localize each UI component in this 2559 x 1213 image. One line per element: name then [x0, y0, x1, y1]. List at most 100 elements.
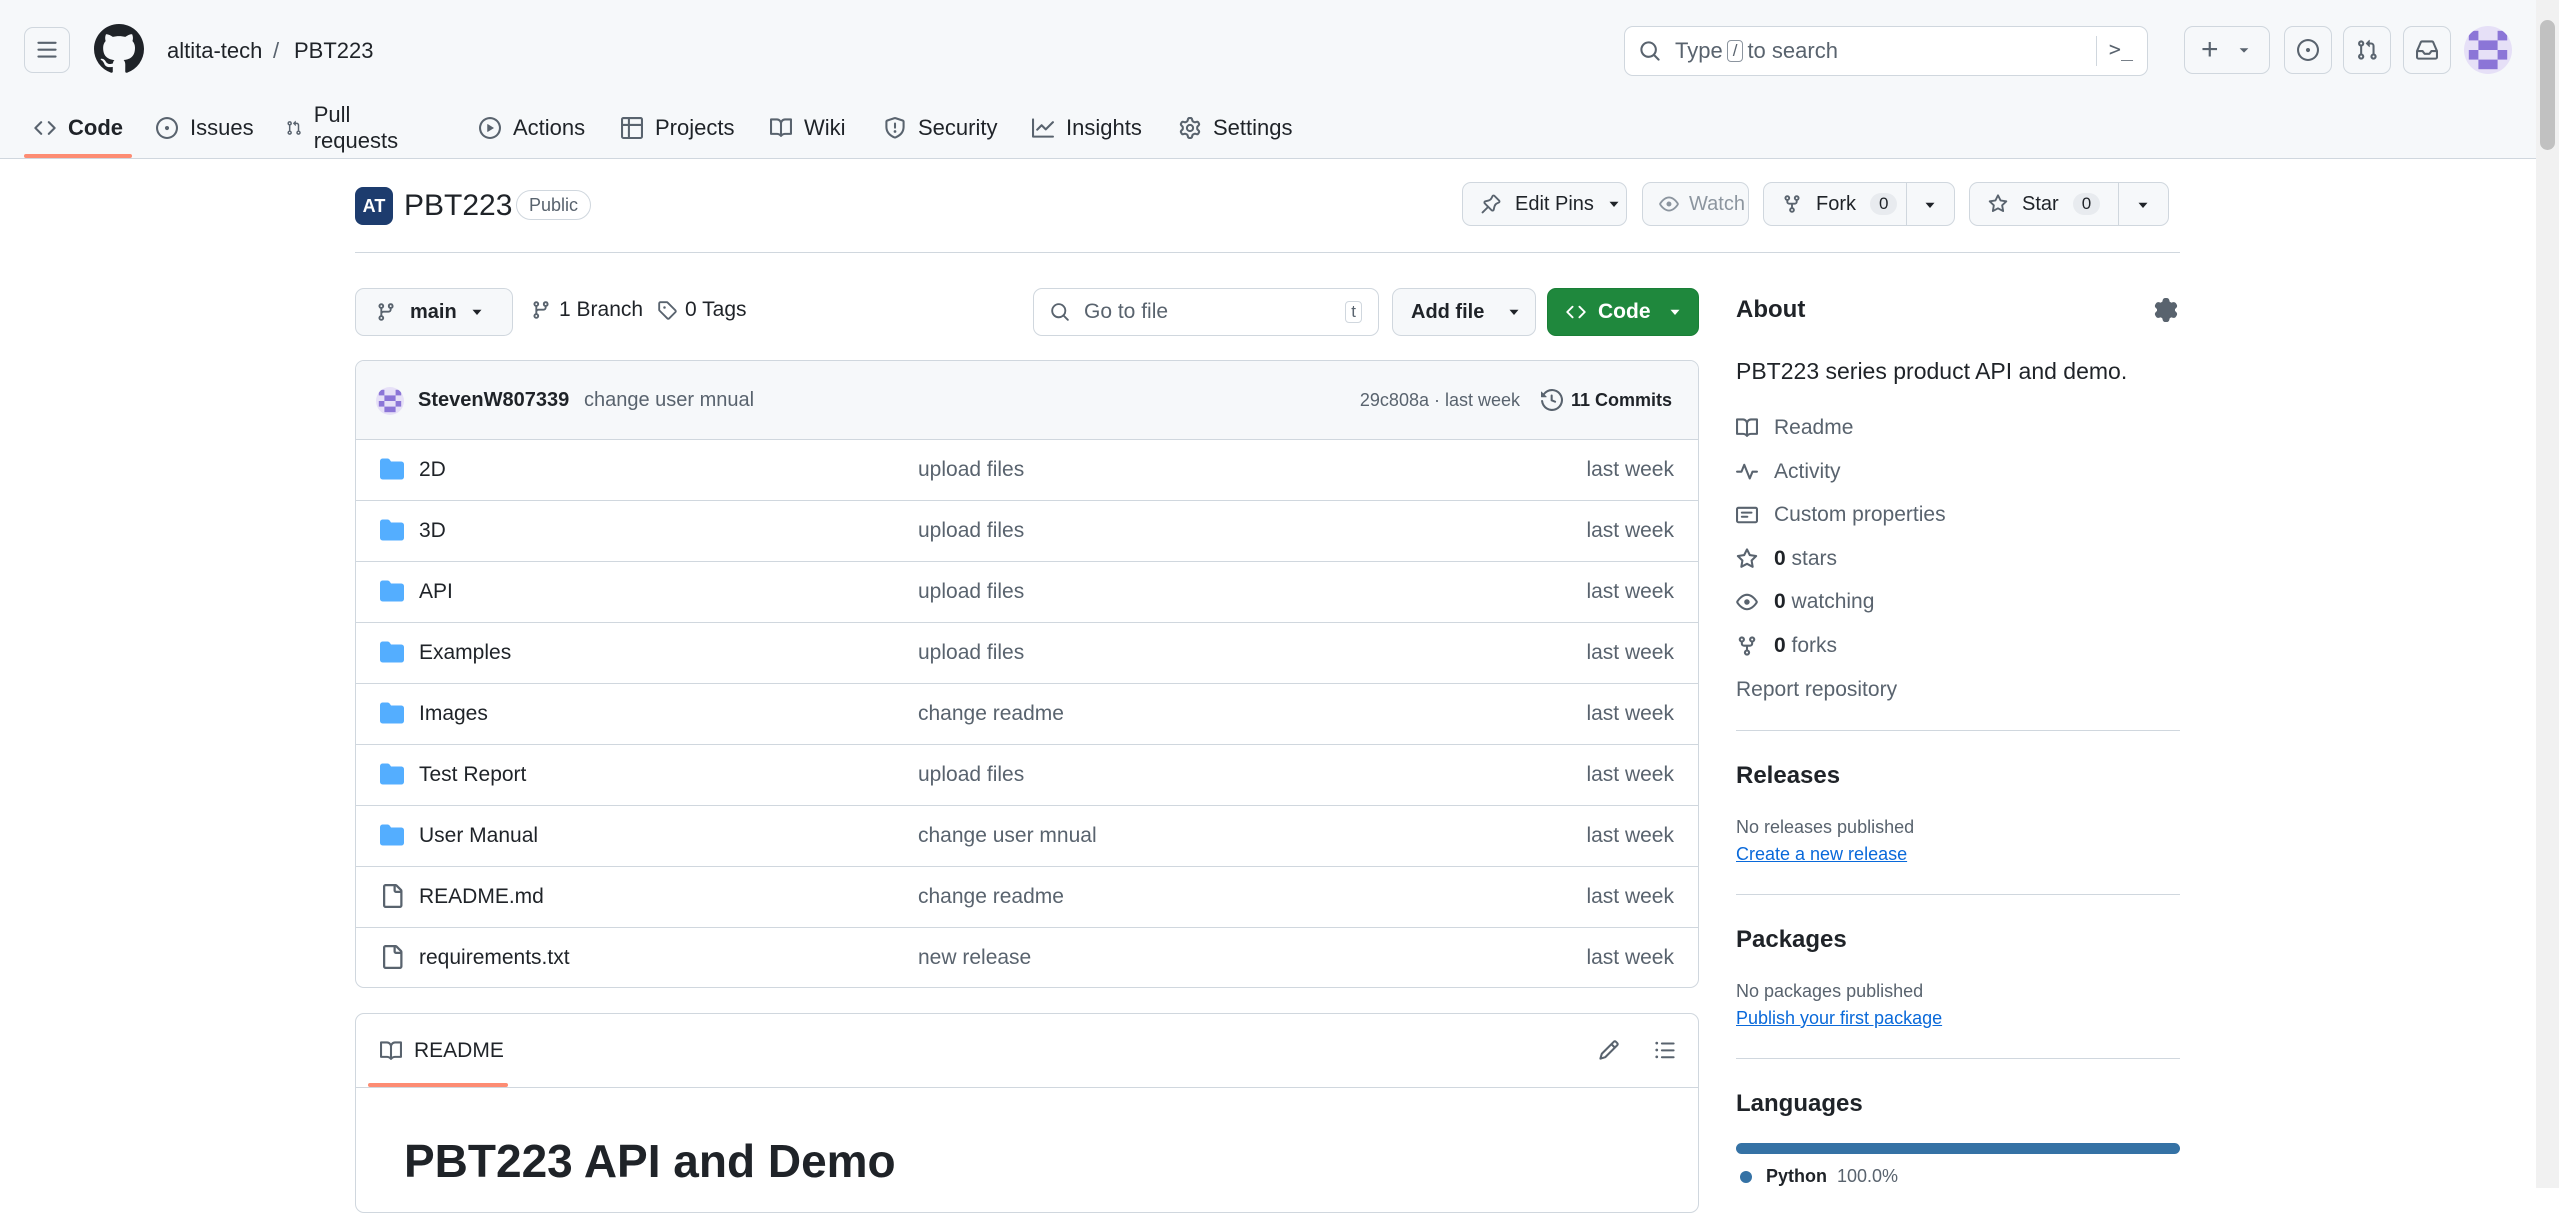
- file-name[interactable]: 2D: [419, 439, 446, 500]
- file-row[interactable]: 3D upload files last week: [356, 500, 1698, 562]
- file-name[interactable]: Examples: [419, 622, 511, 683]
- star-dropdown-divider: [2118, 182, 2119, 226]
- file-commit-message[interactable]: upload files: [918, 439, 1024, 500]
- file-commit-message[interactable]: change readme: [918, 683, 1064, 744]
- watch-button[interactable]: Watch: [1642, 182, 1749, 226]
- tab-issues[interactable]: Issues: [156, 100, 254, 156]
- caret-down-icon: [2239, 48, 2248, 53]
- forks-link[interactable]: 0 forks: [1736, 634, 1837, 658]
- file-commit-message[interactable]: change user mnual: [918, 805, 1097, 866]
- file-row[interactable]: Images change readme last week: [356, 683, 1698, 745]
- branch-select-button[interactable]: main: [355, 288, 513, 336]
- publish-package-link[interactable]: Publish your first package: [1736, 1008, 1942, 1029]
- file-row[interactable]: 2D upload files last week: [356, 439, 1698, 501]
- edit-pins-button[interactable]: Edit Pins: [1462, 182, 1627, 226]
- file-commit-message[interactable]: change readme: [918, 866, 1064, 927]
- caret-down-icon[interactable]: [1924, 199, 1936, 211]
- readme-tab[interactable]: README: [380, 1014, 504, 1087]
- readme-link[interactable]: Readme: [1736, 416, 1853, 440]
- file-name[interactable]: 3D: [419, 500, 446, 561]
- visibility-badge: Public: [516, 190, 592, 220]
- language-item-python[interactable]: Python 100.0%: [1736, 1166, 1898, 1187]
- tab-security[interactable]: Security: [884, 100, 997, 156]
- file-name[interactable]: Images: [419, 683, 488, 744]
- history-icon: [1540, 389, 1563, 411]
- file-name[interactable]: User Manual: [419, 805, 538, 866]
- branch-name: main: [410, 300, 457, 323]
- user-avatar[interactable]: [2464, 26, 2512, 74]
- search-divider: [2096, 36, 2097, 66]
- packages-none: No packages published: [1736, 981, 1924, 1001]
- file-row[interactable]: API upload files last week: [356, 561, 1698, 623]
- search-icon: [1051, 303, 1069, 321]
- breadcrumb-repo[interactable]: PBT223: [294, 34, 374, 68]
- file-name[interactable]: Test Report: [419, 744, 526, 805]
- commit-message[interactable]: change user mnual: [584, 361, 754, 439]
- file-row[interactable]: User Manual change user mnual last week: [356, 805, 1698, 867]
- report-repository-link[interactable]: Report repository: [1736, 678, 1897, 702]
- file-name[interactable]: README.md: [419, 866, 544, 927]
- fork-button[interactable]: Fork 0: [1763, 182, 1955, 226]
- releases-title[interactable]: Releases: [1736, 762, 1840, 790]
- file-name[interactable]: requirements.txt: [419, 927, 570, 987]
- file-row[interactable]: Test Report upload files last week: [356, 744, 1698, 806]
- stars-link[interactable]: 0 stars: [1736, 547, 1837, 571]
- repo-name[interactable]: PBT223: [404, 184, 512, 228]
- file-commit-message[interactable]: upload files: [918, 561, 1024, 622]
- command-palette-icon[interactable]: >_: [2109, 37, 2133, 61]
- commit-author-avatar[interactable]: [376, 387, 404, 415]
- book-icon: [380, 1040, 402, 1060]
- github-logo-icon[interactable]: [94, 24, 144, 74]
- add-file-button[interactable]: Add file: [1392, 288, 1536, 336]
- file-commit-message[interactable]: upload files: [918, 744, 1024, 805]
- pin-icon: [1481, 194, 1501, 214]
- add-file-label: Add file: [1411, 300, 1485, 323]
- plus-icon: +: [2201, 33, 2219, 66]
- file-name[interactable]: API: [419, 561, 453, 622]
- tab-actions[interactable]: Actions: [479, 100, 585, 156]
- branches-link[interactable]: 1 Branch: [531, 298, 643, 322]
- file-commit-message[interactable]: upload files: [918, 622, 1024, 683]
- file-commit-message[interactable]: new release: [918, 927, 1031, 987]
- file-commit-message[interactable]: upload files: [918, 500, 1024, 561]
- caret-down-icon: [1609, 201, 1619, 207]
- create-new-button[interactable]: +: [2184, 26, 2270, 74]
- tab-projects[interactable]: Projects: [621, 100, 734, 156]
- go-to-file-input[interactable]: Go to file t: [1033, 288, 1379, 336]
- tab-wiki[interactable]: Wiki: [770, 100, 846, 156]
- menu-button[interactable]: [24, 27, 70, 73]
- search-shortcut-key: /: [1726, 40, 1744, 62]
- inbox-button[interactable]: [2403, 26, 2451, 74]
- book-icon: [770, 118, 792, 137]
- outline-button[interactable]: [1654, 1039, 1676, 1061]
- file-row[interactable]: requirements.txt new release last week: [356, 927, 1698, 987]
- custom-properties-link[interactable]: Custom properties: [1736, 503, 1946, 527]
- breadcrumb-owner[interactable]: altita-tech: [167, 34, 262, 68]
- caret-down-icon[interactable]: [2137, 199, 2149, 211]
- tab-pull-requests[interactable]: Pull requests: [286, 100, 404, 156]
- code-button[interactable]: Code: [1547, 288, 1699, 336]
- edit-readme-button[interactable]: [1598, 1039, 1620, 1061]
- watching-link[interactable]: 0 watching: [1736, 590, 1874, 614]
- search-input[interactable]: Type / to search >_: [1624, 26, 2148, 76]
- create-release-link[interactable]: Create a new release: [1736, 844, 1907, 865]
- pull-requests-button[interactable]: [2343, 26, 2391, 74]
- code-button-label: Code: [1598, 300, 1651, 323]
- edit-about-button[interactable]: [2154, 298, 2178, 322]
- activity-link[interactable]: Activity: [1736, 460, 1841, 484]
- file-row[interactable]: README.md change readme last week: [356, 866, 1698, 928]
- commit-sha-time[interactable]: 29c808a · last week: [1360, 361, 1520, 439]
- issues-button[interactable]: [2284, 26, 2332, 74]
- branches-count: 1 Branch: [559, 298, 644, 321]
- tab-insights[interactable]: Insights: [1032, 100, 1142, 156]
- commits-history-link[interactable]: 11 Commits: [1540, 361, 1672, 439]
- file-row[interactable]: Examples upload files last week: [356, 622, 1698, 684]
- scrollbar-thumb[interactable]: [2540, 20, 2555, 150]
- packages-title[interactable]: Packages: [1736, 926, 1847, 954]
- tags-link[interactable]: 0 Tags: [657, 298, 747, 322]
- tab-code[interactable]: Code: [34, 100, 123, 156]
- commit-author[interactable]: StevenW807339: [418, 361, 569, 439]
- page-scrollbar[interactable]: [2536, 0, 2559, 1188]
- tab-settings[interactable]: Settings: [1179, 100, 1293, 156]
- star-button[interactable]: Star 0: [1969, 182, 2169, 226]
